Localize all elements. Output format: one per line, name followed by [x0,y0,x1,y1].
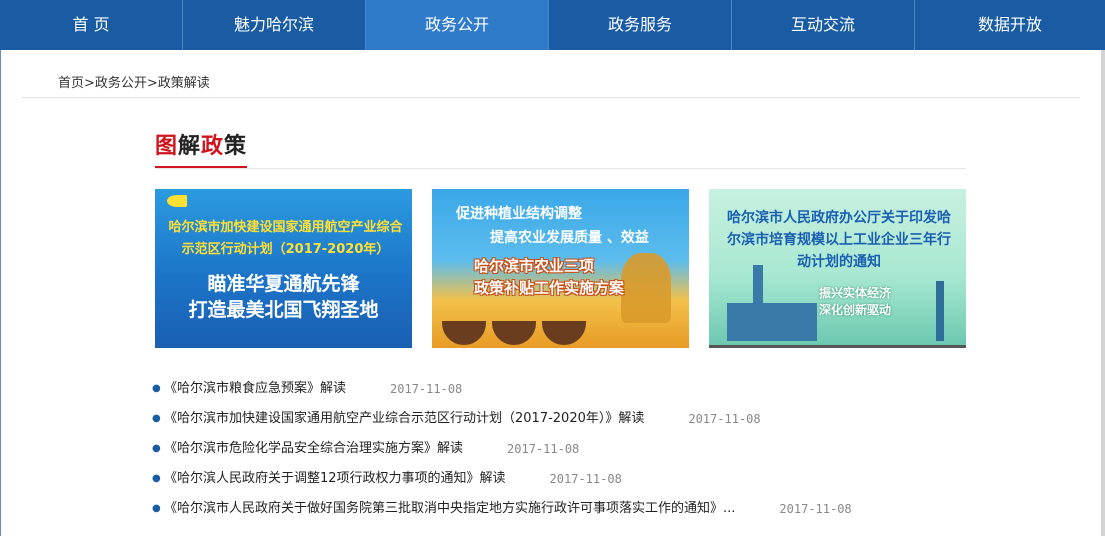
banner-industry-slogan-2: 深化创新驱动 [819,303,892,317]
nav-gov-affairs-open[interactable]: 政务公开 [366,0,549,50]
list-item-date: 2017-11-08 [549,472,622,486]
banner-industry[interactable]: 哈尔滨市人民政府办公厅关于印发哈尔滨市培育规模以上工业企业三年行动计划的通知 振… [709,189,966,348]
banner-industry-headline: 哈尔滨市人民政府办公厅关于印发哈尔滨市培育规模以上工业企业三年行动计划的通知 [727,210,951,270]
section-title-char-2: 解 [178,134,202,159]
grain-bowl [442,321,486,345]
banner-agriculture-headline-1: 哈尔滨市农业三项 [474,257,595,275]
nav-open-data[interactable]: 数据开放 [915,0,1105,50]
wheat-illustration [621,253,671,323]
section-title-rule [155,168,966,169]
section-title-char-4: 策 [224,134,248,159]
list-item: ● 《哈尔滨市人民政府关于做好国务院第三批取消中央指定地方实施行政许可事项落实工… [152,496,852,526]
list-item: ● 《哈尔滨市粮食应急预案》解读 2017-11-08 [152,376,852,406]
list-item-link[interactable]: 《哈尔滨市粮食应急预案》解读 [164,376,346,406]
list-item: ● 《哈尔滨市危险化学品安全综合治理实施方案》解读 2017-11-08 [152,436,852,466]
list-item-link[interactable]: 《哈尔滨市人民政府关于做好国务院第三批取消中央指定地方实施行政许可事项落实工作的… [164,496,735,526]
grain-bowl [492,321,536,345]
banner-agriculture-line1: 促进种植业结构调整 [456,206,582,222]
tv-tower-illustration [936,281,944,341]
list-item-date: 2017-11-08 [390,382,463,396]
list-item-date: 2017-11-08 [507,442,580,456]
section-title-char-3: 政 [201,134,225,159]
bullet-icon: ● [152,443,161,454]
chimney-illustration [753,265,763,305]
grain-bowls-illustration [442,307,602,345]
rocket-icon [167,195,187,207]
nav-charm-harbin[interactable]: 魅力哈尔滨 [183,0,366,50]
factory-illustration [727,303,817,341]
bullet-icon: ● [152,383,161,394]
banner-aviation-headline: 哈尔滨市加快建设国家通用航空产业综合示范区行动计划（2017-2020年） [168,220,403,257]
bullet-icon: ● [152,413,161,424]
nav-home[interactable]: 首 页 [0,0,183,50]
banner-agriculture[interactable]: 促进种植业结构调整 提高农业发展质量 、效益 哈尔滨市农业三项 政策补贴工作实施… [432,189,689,348]
right-edge [1101,50,1105,536]
banner-agriculture-headline: 哈尔滨市农业三项 政策补贴工作实施方案 [474,255,624,299]
banner-agriculture-headline-2: 政策补贴工作实施方案 [474,279,625,297]
nav-interaction[interactable]: 互动交流 [732,0,915,50]
left-edge [0,50,1,536]
banner-aviation-slogan: 瞄准华夏通航先锋 打造最美北国飞翔圣地 [155,271,412,323]
section-title-char-1: 图 [155,134,179,159]
section-title: 图解政策 [155,128,247,160]
banner-aviation[interactable]: 哈尔滨市加快建设国家通用航空产业综合示范区行动计划（2017-2020年） 瞄准… [155,189,412,348]
list-item-link[interactable]: 《哈尔滨市危险化学品安全综合治理实施方案》解读 [164,436,463,466]
bullet-icon: ● [152,473,161,484]
breadcrumb[interactable]: 首页>政务公开>政策解读 [58,72,210,91]
banner-aviation-slogan-2: 打造最美北国飞翔圣地 [188,299,379,321]
list-item-date: 2017-11-08 [688,412,761,426]
nav-gov-services[interactable]: 政务服务 [549,0,732,50]
list-item-link[interactable]: 《哈尔滨人民政府关于调整12项行政权力事项的通知》解读 [164,466,506,496]
list-item: ● 《哈尔滨人民政府关于调整12项行政权力事项的通知》解读 2017-11-08 [152,466,852,496]
banner-aviation-slogan-1: 瞄准华夏通航先锋 [207,273,360,295]
banner-industry-slogan: 振兴实体经济 深化创新驱动 [819,285,891,319]
breadcrumb-divider [22,97,1080,98]
bullet-icon: ● [152,503,161,514]
banner-agriculture-line2: 提高农业发展质量 、效益 [490,230,649,246]
main-nav: 首 页 魅力哈尔滨 政务公开 政务服务 互动交流 数据开放 [0,0,1105,50]
list-item: ● 《哈尔滨市加快建设国家通用航空产业综合示范区行动计划（2017-2020年）… [152,406,852,436]
banner-industry-slogan-1: 振兴实体经济 [819,286,892,300]
list-item-link[interactable]: 《哈尔滨市加快建设国家通用航空产业综合示范区行动计划（2017-2020年）》解… [164,406,644,436]
list-item-date: 2017-11-08 [779,502,852,516]
policy-interpretation-list: ● 《哈尔滨市粮食应急预案》解读 2017-11-08 ● 《哈尔滨市加快建设国… [152,376,852,526]
grain-bowl [542,321,586,345]
